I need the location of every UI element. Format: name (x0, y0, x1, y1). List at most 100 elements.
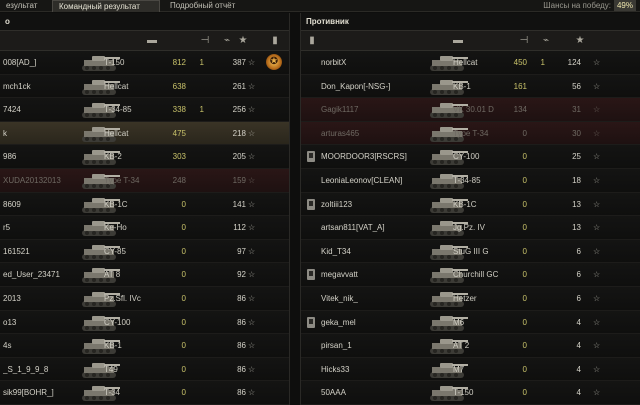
platoon-icon (307, 269, 315, 281)
tab-team-result[interactable]: Командный результат (52, 0, 160, 12)
star-icon: ☆ (248, 341, 256, 351)
player-name: zoltiii123 (321, 199, 353, 209)
damage-value: 0 (522, 199, 527, 209)
platoon-icon[interactable]: ▮ (268, 35, 282, 47)
player-row[interactable]: 2013 Pz.Sfl. IVc 0 86 ☆ (0, 286, 289, 311)
xp-value: 141 (232, 199, 246, 209)
player-name: 4s (3, 341, 12, 351)
player-row[interactable]: 8609 KB-1C 0 141 ☆ (0, 192, 289, 217)
player-row[interactable]: 986 KB-2 303 205 ☆ (0, 145, 289, 169)
damage-value: 0 (522, 128, 527, 138)
xp-value: 112 (233, 223, 246, 233)
platoon-icon (307, 151, 315, 163)
damage-value: 338 (172, 105, 186, 115)
kills-value (186, 311, 204, 334)
damage-value: 0 (181, 270, 186, 280)
player-row[interactable]: MOORDOOR3[RSCRS] CY-100 0 25 ☆ (301, 145, 640, 169)
player-name: Don_Kapon[-NSG-] (321, 81, 391, 91)
kills-value (527, 240, 545, 263)
player-name: 161521 (3, 246, 30, 256)
kills-value (527, 311, 545, 334)
player-row[interactable]: mch1ck Hellcat 638 261 ☆ (0, 74, 289, 99)
kills-value (186, 263, 204, 286)
player-row[interactable]: Kid_T34 StuG III G 0 6 ☆ (301, 239, 640, 264)
xp-value: 124 (567, 58, 581, 67)
player-row[interactable]: o13 CY-100 0 86 ☆ (0, 310, 289, 335)
platoon-icon[interactable]: ▮ (305, 35, 319, 47)
player-row[interactable]: r5 Ke-Ho 0 112 ☆ (0, 216, 289, 240)
damage-value: 812 (172, 58, 186, 67)
damage-value: 0 (181, 317, 186, 327)
player-row[interactable]: XUDA20132013 Type T-34 248 159 ☆ (0, 168, 289, 193)
xp-value: 261 (232, 81, 246, 91)
xp-value: 256 (232, 105, 246, 115)
player-row[interactable]: 50AAA T-150 0 4 ☆ (301, 381, 640, 405)
damage-value: 248 (172, 175, 186, 185)
player-row[interactable]: norbitX Hellcat 450 1 124 ☆ (301, 51, 640, 75)
damage-value: 134 (513, 105, 527, 115)
kills-value (186, 122, 204, 145)
player-row[interactable]: k Hellcat 475 218 ☆ (0, 121, 289, 146)
xp-value: 13 (572, 199, 581, 209)
player-row[interactable]: geka_mel M6 0 4 ☆ (301, 310, 640, 335)
star-icon: ☆ (248, 152, 256, 162)
frags-icon[interactable]: ⊣ (517, 35, 531, 47)
damage-value: 0 (181, 246, 186, 256)
player-row[interactable]: 161521 CY-85 0 97 ☆ (0, 239, 289, 264)
xp-value: 86 (237, 388, 246, 398)
player-row[interactable]: Don_Kapon[-NSG-] KB-1 161 56 ☆ (301, 74, 640, 99)
player-row[interactable]: sik99[BOHR_] T-34 0 86 ☆ (0, 381, 289, 405)
damage-value: 0 (522, 270, 527, 280)
xp-value: 18 (572, 175, 581, 185)
player-name: k (3, 128, 7, 138)
xp-star-icon[interactable]: ★ (573, 35, 587, 47)
player-row[interactable]: LeoniaLeonov[CLEAN] T-34-85 0 18 ☆ (301, 168, 640, 193)
damage-value: 0 (181, 293, 186, 303)
player-row[interactable]: zoltiii123 KB-1C 0 13 ☆ (301, 192, 640, 217)
xp-value: 159 (232, 175, 246, 185)
xp-value: 30 (572, 128, 581, 138)
xp-star-icon[interactable]: ★ (236, 35, 250, 47)
vehicle-icon[interactable]: ▬ (451, 35, 465, 47)
player-name: r5 (3, 223, 11, 233)
star-icon: ☆ (593, 199, 601, 209)
player-row[interactable]: megavvatt Churchill GC 0 6 ☆ (301, 263, 640, 287)
player-row[interactable]: Hicks33 M7 0 4 ☆ (301, 357, 640, 382)
star-icon: ☆ (593, 128, 601, 138)
vehicle-icon[interactable]: ▬ (145, 35, 159, 47)
player-row[interactable]: Vitek_nik_ Hetzer 0 6 ☆ (301, 286, 640, 311)
player-row[interactable]: 7424 T-34-85 338 1 256 ☆ (0, 98, 289, 122)
player-name: Kid_T34 (321, 246, 351, 256)
tab-detailed-report[interactable]: Подробный отчёт (164, 0, 244, 12)
kills-value (186, 145, 204, 168)
star-icon: ☆ (248, 58, 256, 67)
left-team-panel: о ▬ ⊣ ⌁ ★ ▮ 008[AD_] T-150 812 1 387 ☆ ✪ mch1ck… (0, 13, 290, 405)
kills-value (527, 287, 545, 310)
damage-value: 0 (522, 388, 527, 398)
tab-result[interactable]: езультат (0, 0, 48, 12)
damage-value: 161 (513, 81, 527, 91)
star-icon: ☆ (593, 246, 601, 256)
tab-bar: езультат Командный результат Подробный о… (0, 0, 640, 12)
star-icon: ☆ (593, 175, 601, 185)
xp-value: 86 (237, 364, 246, 374)
right-team-panel: Противник ▮ ▬ ⊣ ⌁ ★ norbitX Hellcat 450 1 12… (300, 13, 640, 405)
player-row[interactable]: arturas465 Type T-34 0 30 ☆ (301, 121, 640, 146)
player-row[interactable]: pirsan_1 AT 2 0 4 ☆ (301, 334, 640, 358)
spotted-icon[interactable]: ⌁ (220, 35, 234, 47)
kills-value (527, 381, 545, 404)
xp-value: 387 (232, 58, 246, 67)
player-row[interactable]: ed_User_23471 AT 8 0 92 ☆ (0, 263, 289, 287)
damage-value: 0 (522, 293, 527, 303)
player-row[interactable]: artsan811[VAT_A] Jg.Pz. IV 0 13 ☆ (301, 216, 640, 240)
frags-icon[interactable]: ⊣ (198, 35, 212, 47)
player-name: 7424 (3, 105, 21, 115)
player-row[interactable]: 4s KB-1 0 86 ☆ (0, 334, 289, 358)
win-chance-label: Шансы на победу: (543, 1, 611, 10)
player-row[interactable]: _S_1_9_9_8 T49 0 86 ☆ (0, 357, 289, 382)
spotted-icon[interactable]: ⌁ (539, 35, 553, 47)
player-row[interactable]: 008[AD_] T-150 812 1 387 ☆ ✪ (0, 51, 289, 75)
star-icon: ☆ (593, 58, 601, 67)
player-name: 008[AD_] (3, 58, 37, 67)
player-row[interactable]: Gagik1117 VK 30.01 D 134 31 ☆ (301, 98, 640, 122)
